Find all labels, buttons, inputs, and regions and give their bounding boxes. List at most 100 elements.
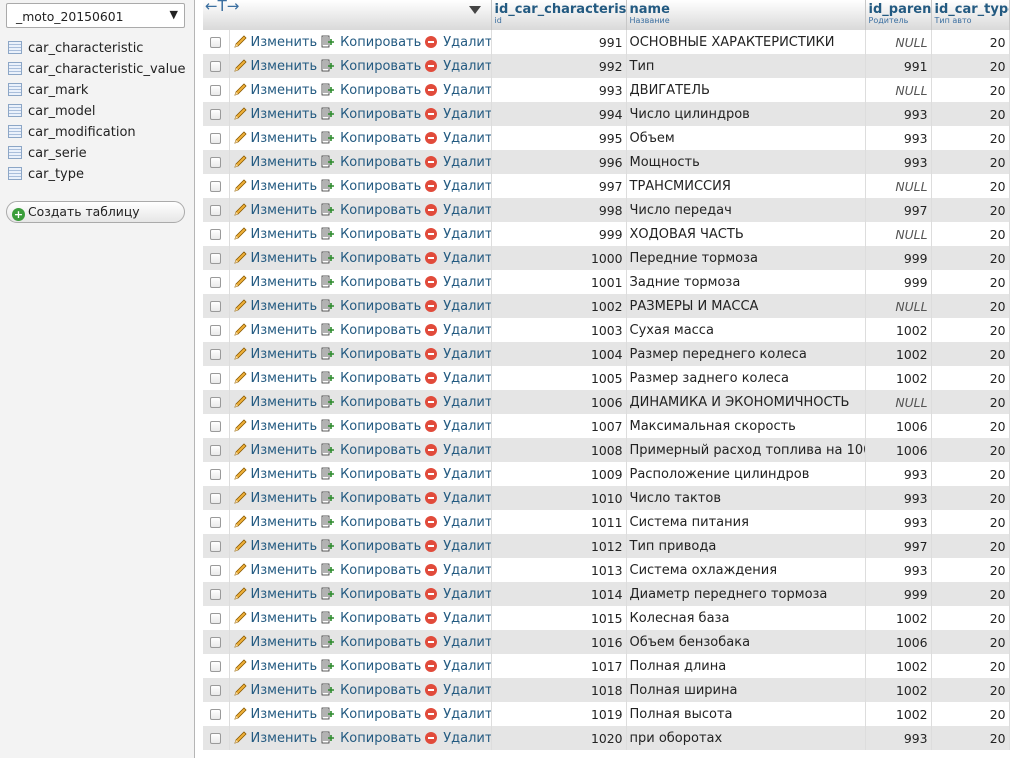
cell-name[interactable]: Задние тормоза — [626, 270, 866, 294]
copy-link[interactable]: Копировать — [340, 299, 421, 314]
edit-link[interactable]: Изменить — [251, 299, 318, 314]
cell-name[interactable]: Максимальная скорость — [626, 414, 866, 438]
cell-parent[interactable]: 1002 — [865, 366, 932, 390]
cell-id[interactable]: 991 — [491, 30, 627, 54]
pencil-icon[interactable] — [233, 155, 248, 169]
edit-link[interactable]: Изменить — [251, 203, 318, 218]
sidebar-item-table[interactable]: car_serie — [8, 143, 185, 164]
row-checkbox[interactable] — [210, 84, 222, 96]
delete-icon[interactable] — [425, 132, 438, 144]
edit-link[interactable]: Изменить — [251, 611, 318, 626]
copy-icon[interactable] — [321, 323, 335, 337]
copy-icon[interactable] — [321, 155, 335, 169]
cell-type[interactable]: 20 — [931, 654, 1010, 678]
cell-type[interactable]: 20 — [931, 366, 1010, 390]
pencil-icon[interactable] — [233, 491, 248, 505]
cell-id[interactable]: 1016 — [491, 630, 627, 654]
copy-link[interactable]: Копировать — [340, 59, 421, 74]
cell-parent[interactable]: 993 — [865, 126, 932, 150]
cell-type[interactable]: 20 — [931, 414, 1010, 438]
cell-id[interactable]: 1001 — [491, 270, 627, 294]
copy-icon[interactable] — [321, 59, 335, 73]
cell-id[interactable]: 1017 — [491, 654, 627, 678]
pencil-icon[interactable] — [233, 131, 248, 145]
copy-link[interactable]: Копировать — [340, 731, 421, 746]
delete-link[interactable]: Удалить — [443, 227, 490, 242]
cell-parent[interactable]: 991 — [865, 54, 932, 78]
cell-parent[interactable]: 993 — [865, 558, 932, 582]
cell-type[interactable]: 20 — [931, 102, 1010, 126]
cell-type[interactable]: 20 — [931, 726, 1010, 750]
pencil-icon[interactable] — [233, 611, 248, 625]
cell-type[interactable]: 20 — [931, 342, 1010, 366]
cell-name[interactable]: Объем бензобака — [626, 630, 866, 654]
row-checkbox[interactable] — [210, 228, 222, 240]
delete-link[interactable]: Удалить — [443, 491, 490, 506]
cell-name[interactable]: Система охлаждения — [626, 558, 866, 582]
cell-parent[interactable]: 1006 — [865, 414, 932, 438]
delete-link[interactable]: Удалить — [443, 59, 490, 74]
table-name[interactable]: car_model — [28, 104, 95, 119]
row-checkbox[interactable] — [210, 252, 222, 264]
row-checkbox[interactable] — [210, 540, 222, 552]
delete-icon[interactable] — [425, 444, 438, 456]
copy-link[interactable]: Копировать — [340, 419, 421, 434]
delete-icon[interactable] — [425, 324, 438, 336]
delete-icon[interactable] — [425, 708, 438, 720]
delete-link[interactable]: Удалить — [443, 107, 490, 122]
edit-link[interactable]: Изменить — [251, 707, 318, 722]
cell-id[interactable]: 1013 — [491, 558, 627, 582]
edit-link[interactable]: Изменить — [251, 395, 318, 410]
row-checkbox[interactable] — [210, 60, 222, 72]
cell-id[interactable]: 1007 — [491, 414, 627, 438]
cell-parent[interactable]: 993 — [865, 462, 932, 486]
column-name[interactable]: id_car_characteristic — [495, 2, 626, 17]
pencil-icon[interactable] — [233, 707, 248, 721]
delete-link[interactable]: Удалить — [443, 179, 490, 194]
delete-icon[interactable] — [425, 276, 438, 288]
cell-id[interactable]: 1002 — [491, 294, 627, 318]
delete-link[interactable]: Удалить — [443, 587, 490, 602]
cell-type[interactable]: 20 — [931, 606, 1010, 630]
copy-link[interactable]: Копировать — [340, 611, 421, 626]
sidebar-item-table[interactable]: car_model — [8, 101, 185, 122]
cell-type[interactable]: 20 — [931, 30, 1010, 54]
cell-parent[interactable]: NULL — [865, 78, 932, 102]
cell-name[interactable]: Колесная база — [626, 606, 866, 630]
cell-name[interactable]: Передние тормоза — [626, 246, 866, 270]
cell-id[interactable]: 1005 — [491, 366, 627, 390]
edit-link[interactable]: Изменить — [251, 131, 318, 146]
cell-parent[interactable]: 1002 — [865, 702, 932, 726]
database-select[interactable]: _moto_20150601 ▼ — [6, 3, 185, 28]
row-checkbox[interactable] — [210, 372, 222, 384]
cell-type[interactable]: 20 — [931, 174, 1010, 198]
edit-link[interactable]: Изменить — [251, 587, 318, 602]
cell-id[interactable]: 997 — [491, 174, 627, 198]
copy-icon[interactable] — [321, 515, 335, 529]
row-checkbox[interactable] — [210, 156, 222, 168]
column-header-name[interactable]: name Название — [626, 0, 866, 30]
edit-link[interactable]: Изменить — [251, 275, 318, 290]
edit-link[interactable]: Изменить — [251, 731, 318, 746]
delete-icon[interactable] — [425, 420, 438, 432]
cell-id[interactable]: 1011 — [491, 510, 627, 534]
delete-icon[interactable] — [425, 564, 438, 576]
copy-icon[interactable] — [321, 491, 335, 505]
cell-type[interactable]: 20 — [931, 126, 1010, 150]
pencil-icon[interactable] — [233, 395, 248, 409]
row-checkbox[interactable] — [210, 324, 222, 336]
delete-link[interactable]: Удалить — [443, 515, 490, 530]
cell-name[interactable]: ТРАНСМИССИЯ — [626, 174, 866, 198]
column-arrows-icon[interactable]: ←T→ — [205, 0, 239, 14]
cell-parent[interactable]: 999 — [865, 246, 932, 270]
cell-name[interactable]: Полная ширина — [626, 678, 866, 702]
copy-icon[interactable] — [321, 611, 335, 625]
pencil-icon[interactable] — [233, 59, 248, 73]
copy-link[interactable]: Копировать — [340, 587, 421, 602]
edit-link[interactable]: Изменить — [251, 107, 318, 122]
cell-name[interactable]: Число цилиндров — [626, 102, 866, 126]
cell-name[interactable]: ДВИГАТЕЛЬ — [626, 78, 866, 102]
copy-icon[interactable] — [321, 395, 335, 409]
delete-icon[interactable] — [425, 516, 438, 528]
delete-link[interactable]: Удалить — [443, 467, 490, 482]
